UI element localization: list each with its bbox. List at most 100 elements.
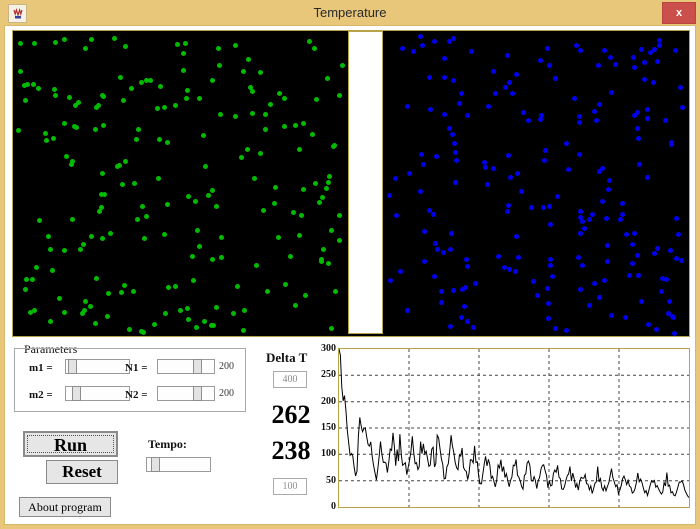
particle xyxy=(506,202,511,208)
particle xyxy=(288,253,294,259)
run-button[interactable]: Run xyxy=(23,431,118,457)
chart-y-tick: 200 xyxy=(321,395,336,407)
particle xyxy=(93,275,99,281)
n1-slider-thumb[interactable] xyxy=(193,359,202,374)
n2-slider[interactable] xyxy=(157,386,215,401)
particle xyxy=(642,77,648,83)
particle xyxy=(47,247,53,253)
particle xyxy=(597,168,603,174)
particle xyxy=(453,150,459,156)
particle xyxy=(484,182,490,188)
particle xyxy=(238,154,244,160)
particle xyxy=(439,288,444,294)
particle xyxy=(648,50,654,56)
particle xyxy=(262,127,268,133)
particle xyxy=(622,314,628,320)
m1-slider-thumb[interactable] xyxy=(68,359,77,374)
particle xyxy=(678,257,684,263)
particle xyxy=(676,231,682,237)
particle xyxy=(565,166,571,172)
particle xyxy=(544,285,550,291)
particle xyxy=(183,40,189,46)
particle xyxy=(177,308,183,313)
particle xyxy=(680,105,686,111)
title-bar: Temperature x xyxy=(0,0,700,25)
delta-t-min-field[interactable]: 100 xyxy=(273,478,307,495)
particle xyxy=(80,242,86,248)
particle xyxy=(100,236,106,242)
particle xyxy=(184,88,190,93)
simulation-canvas[interactable] xyxy=(12,30,690,337)
particle xyxy=(603,215,609,221)
n1-slider[interactable] xyxy=(157,359,215,374)
particle xyxy=(52,92,58,98)
particle xyxy=(547,203,552,209)
particle xyxy=(432,240,438,246)
particle xyxy=(217,63,223,69)
particle xyxy=(326,180,332,186)
particle xyxy=(577,47,583,53)
particle xyxy=(320,246,326,252)
m1-label: m1 = xyxy=(29,362,53,374)
particle xyxy=(624,232,630,238)
particle xyxy=(652,251,658,257)
particle xyxy=(634,253,640,259)
particle xyxy=(572,95,578,101)
particle xyxy=(105,314,111,319)
m2-slider[interactable] xyxy=(65,386,130,401)
particle xyxy=(128,86,134,92)
particle xyxy=(313,180,318,186)
n1-label: N1 = xyxy=(125,362,148,374)
particle xyxy=(426,207,432,213)
particle xyxy=(48,319,54,325)
particle xyxy=(32,41,38,47)
particle xyxy=(131,289,136,295)
reset-button[interactable]: Reset xyxy=(46,460,118,484)
n2-label: N2 = xyxy=(125,389,148,401)
particle xyxy=(200,132,206,138)
particle xyxy=(194,325,200,331)
particle xyxy=(240,328,246,334)
particle xyxy=(119,182,125,188)
particle xyxy=(325,76,331,82)
particle xyxy=(404,307,410,313)
particle xyxy=(547,62,553,68)
particle xyxy=(672,330,678,336)
particle xyxy=(23,286,28,292)
particle xyxy=(447,323,453,329)
particle xyxy=(606,187,611,193)
particle xyxy=(638,46,644,52)
m1-slider[interactable] xyxy=(65,359,130,374)
particle xyxy=(427,74,433,80)
tempo-slider-thumb[interactable] xyxy=(151,457,160,472)
particle xyxy=(586,216,592,222)
chart-y-axis: 300 250 200 150 100 50 0 xyxy=(314,344,336,518)
particle xyxy=(213,304,219,310)
particle xyxy=(442,111,448,117)
particle xyxy=(671,315,677,321)
chart-y-tick: 50 xyxy=(326,474,336,486)
particle xyxy=(464,263,470,269)
particle xyxy=(668,248,674,254)
particle xyxy=(272,201,277,207)
particle xyxy=(16,128,22,134)
particle xyxy=(434,247,440,253)
particle xyxy=(513,72,519,78)
tempo-slider[interactable] xyxy=(146,457,211,472)
about-program-button[interactable]: About program xyxy=(19,497,111,517)
close-button[interactable]: x xyxy=(662,2,696,24)
delta-t-max-field[interactable]: 400 xyxy=(273,371,307,388)
particle xyxy=(654,245,660,251)
particle xyxy=(596,102,602,108)
m2-slider-thumb[interactable] xyxy=(72,386,81,401)
particle xyxy=(654,326,660,332)
particle xyxy=(36,217,42,223)
particle xyxy=(298,213,304,219)
divider-panel xyxy=(348,31,383,334)
n2-slider-thumb[interactable] xyxy=(193,386,202,401)
particle xyxy=(580,219,586,224)
particle xyxy=(142,236,148,242)
particle xyxy=(461,304,467,310)
particle xyxy=(89,37,95,43)
particle xyxy=(209,256,215,262)
